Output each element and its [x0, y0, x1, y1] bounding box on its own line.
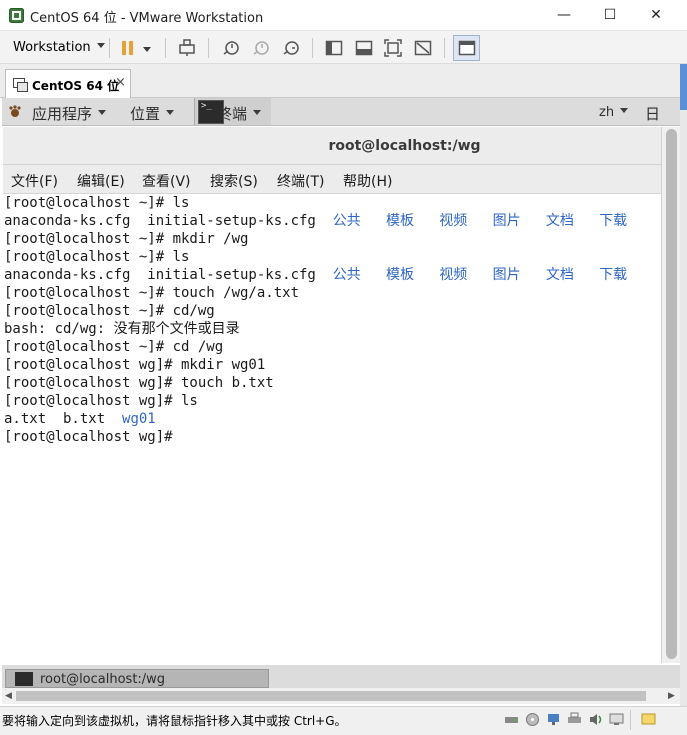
vmware-toolbar: Workstation	[0, 31, 687, 64]
vmware-app-icon	[9, 8, 24, 23]
toolbar-divider	[312, 38, 313, 58]
snapshot-manager-icon[interactable]	[282, 39, 300, 57]
scroll-left-icon[interactable]: ◀	[5, 691, 12, 701]
terminal-line: bash: cd/wg: 没有那个文件或目录	[4, 321, 240, 337]
terminal-line: [root@localhost wg]#	[4, 429, 182, 445]
terminal-line: [root@localhost ~]# touch /wg/a.txt	[4, 285, 300, 301]
toolbar-divider	[444, 38, 445, 58]
horizontal-scrollbar-thumb[interactable]	[16, 691, 646, 701]
scroll-right-icon[interactable]: ▶	[668, 691, 675, 701]
menu-help[interactable]: 帮助(H)	[343, 171, 392, 191]
terminal-line: [root@localhost ~]# cd /wg	[4, 339, 224, 355]
console-view-icon[interactable]	[325, 39, 343, 57]
menu-edit[interactable]: 编辑(E)	[77, 171, 125, 191]
unity-icon[interactable]	[414, 39, 432, 57]
hard-disk-icon[interactable]	[504, 712, 519, 727]
maximize-button[interactable]: ☐	[587, 0, 633, 31]
menu-terminal[interactable]: 终端(T)	[277, 171, 324, 191]
terminal-line: [root@localhost ~]# mkdir /wg	[4, 231, 249, 247]
workstation-menu[interactable]: Workstation	[13, 40, 105, 55]
terminal-line: [root@localhost ~]# ls	[4, 249, 190, 265]
terminal-output[interactable]: [root@localhost ~]# ls anaconda-ks.cfg i…	[3, 194, 661, 662]
terminal-titlebar: root@localhost:/wg	[3, 127, 661, 165]
window-list-label: root@localhost:/wg	[40, 672, 166, 687]
terminal-app-label: 终端	[217, 105, 248, 123]
gnome-window-list: root@localhost:/wg	[2, 665, 680, 688]
chevron-down-icon	[620, 108, 629, 113]
status-divider	[630, 710, 631, 730]
terminal-app-menu[interactable]: >_ 终端	[194, 98, 271, 125]
close-window-button[interactable]: ✕	[633, 0, 679, 31]
window-titlebar: CentOS 64 位 - VMware Workstation — ☐ ✕	[0, 0, 687, 31]
display-icon[interactable]	[609, 712, 624, 727]
toolbar-divider	[165, 38, 166, 58]
language-indicator[interactable]: zh	[599, 105, 629, 120]
thumbnail-icon[interactable]	[355, 39, 373, 57]
sound-icon[interactable]	[588, 712, 603, 727]
terminal-line: anaconda-ks.cfg initial-setup-ks.cfg 公共 …	[4, 213, 628, 229]
printer-icon[interactable]	[567, 712, 582, 727]
message-icon[interactable]	[641, 712, 656, 727]
vm-tab-bar: CentOS 64 位 ×	[0, 64, 680, 99]
terminal-line: anaconda-ks.cfg initial-setup-ks.cfg 公共 …	[4, 267, 628, 283]
terminal-line: a.txt b.txt wg01	[4, 411, 156, 427]
terminal-menubar: 文件(F) 编辑(E) 查看(V) 搜索(S) 终端(T) 帮助(H)	[3, 165, 661, 194]
applications-menu[interactable]: 应用程序	[32, 103, 107, 124]
tab-centos[interactable]: CentOS 64 位 ×	[5, 69, 131, 99]
terminal-line: [root@localhost ~]# ls	[4, 195, 190, 211]
window-list-item[interactable]: root@localhost:/wg	[5, 669, 269, 688]
menu-view[interactable]: 查看(V)	[142, 171, 191, 191]
places-menu[interactable]: 位置	[130, 103, 175, 124]
terminal-icon	[15, 672, 33, 686]
pause-dropdown-chevron-icon[interactable]	[143, 44, 151, 58]
pause-icon[interactable]	[119, 39, 137, 57]
language-indicator-label: zh	[599, 105, 615, 120]
horizontal-scrollbar[interactable]: ◀ ▶	[2, 688, 680, 704]
revert-snapshot-icon[interactable]	[252, 39, 270, 57]
vm-icon	[13, 78, 28, 92]
applications-menu-label: 应用程序	[32, 105, 93, 123]
minimize-button[interactable]: —	[541, 0, 587, 31]
terminal-line: [root@localhost wg]# ls	[4, 393, 198, 409]
clock[interactable]: 日	[645, 103, 660, 124]
library-view-button[interactable]	[453, 35, 480, 61]
terminal-icon-prompt: >_	[201, 101, 212, 111]
network-icon[interactable]	[546, 712, 561, 727]
terminal-scrollbar[interactable]	[661, 127, 680, 663]
status-message: 要将输入定向到该虚拟机，请将鼠标指针移入其中或按 Ctrl+G。	[2, 714, 347, 728]
menu-file[interactable]: 文件(F)	[11, 171, 58, 191]
library-view-icon	[458, 39, 476, 57]
scrollbar-thumb[interactable]	[666, 129, 677, 659]
fullscreen-icon[interactable]	[384, 39, 402, 57]
status-bar: 要将输入定向到该虚拟机，请将鼠标指针移入其中或按 Ctrl+G。	[0, 706, 687, 735]
workstation-menu-label: Workstation	[13, 40, 91, 55]
terminal-line: [root@localhost ~]# cd/wg	[4, 303, 215, 319]
chevron-down-icon	[166, 110, 175, 115]
window-title: CentOS 64 位 - VMware Workstation	[30, 11, 264, 26]
places-menu-label: 位置	[130, 105, 161, 123]
window-right-edge-accent	[680, 64, 687, 110]
terminal-line: [root@localhost wg]# touch b.txt	[4, 375, 274, 391]
window-right-edge	[680, 64, 687, 735]
toolbar-divider	[208, 38, 209, 58]
terminal-title: root@localhost:/wg	[328, 138, 481, 154]
chevron-down-icon	[253, 110, 262, 115]
toolbar-divider	[109, 38, 110, 58]
tab-close-icon[interactable]: ×	[115, 75, 126, 90]
menu-search[interactable]: 搜索(S)	[210, 171, 258, 191]
gnome-top-panel: 应用程序 位置 >_ 终端 zh 日	[2, 98, 680, 126]
chevron-down-icon	[98, 110, 107, 115]
send-keys-icon[interactable]	[178, 39, 196, 57]
tab-label: CentOS 64 位	[32, 79, 120, 93]
gnome-foot-icon	[8, 105, 22, 119]
chevron-down-icon	[96, 43, 105, 48]
terminal-app-label-wrap: 终端	[217, 103, 262, 124]
cd-dvd-icon[interactable]	[525, 712, 540, 727]
snapshot-icon[interactable]	[222, 39, 240, 57]
terminal-line: [root@localhost wg]# mkdir wg01	[4, 357, 266, 373]
